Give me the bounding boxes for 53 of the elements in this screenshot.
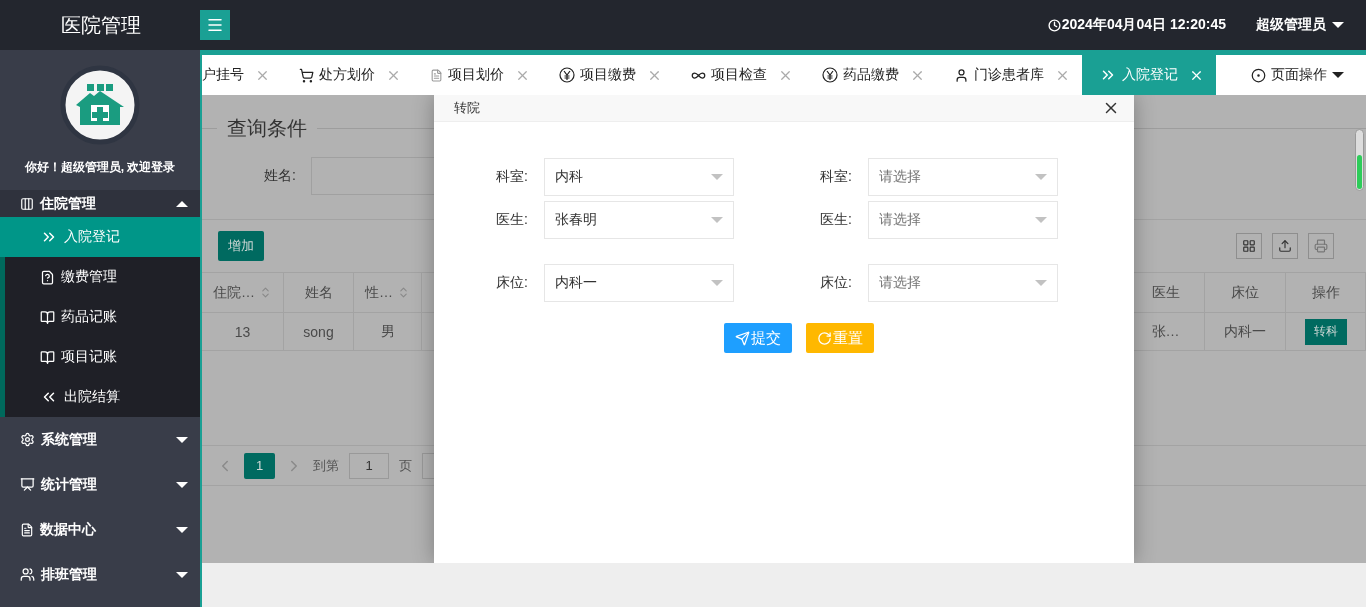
select-field[interactable]: 内科 [544,158,734,196]
menu-item[interactable]: 缴费管理 [5,257,200,297]
tab-label: 项目检查 [711,66,767,84]
page-button[interactable]: 1 [244,452,275,479]
menu-group[interactable]: 住院管理 [0,190,200,217]
menu-item[interactable]: 项目记账 [5,337,200,377]
tab-label: 门诊患者库 [974,66,1044,84]
column-title: 姓名 [304,283,333,302]
goto-label: 到第 [313,456,339,475]
menu-group-label: 统计管理 [41,475,98,494]
page-input[interactable]: 1 [349,452,389,479]
field-label: 科室: [495,168,528,186]
select-field[interactable]: 请选择 [868,158,1058,196]
tab-label: 药品缴费 [843,66,899,84]
column-title: 住院… [213,283,255,302]
tab-label: 项目划价 [448,66,504,84]
menu-item[interactable]: 入院登记 [0,217,200,257]
dialog-title: 转院 [454,99,480,117]
field-label: 床位: [819,274,852,292]
field-label: 姓名: [264,167,296,185]
menu-group-label: 数据中心 [40,520,97,539]
menu-item[interactable]: 药品记账 [5,297,200,337]
table-cell: 13 [202,313,284,350]
menu-group-label: 住院管理 [40,194,97,213]
column-header: 操作 [1286,273,1366,312]
select-field[interactable]: 内科一 [544,264,734,302]
menu-group-label: 系统管理 [41,430,98,449]
table-cell: 内科一 [1205,313,1286,350]
table-cell: song [284,313,354,350]
table-cell: 男 [354,313,422,350]
tab-label: 入院登记 [1122,66,1178,84]
field-label: 床位: [495,274,528,292]
select-field[interactable]: 张春明 [544,201,734,239]
datetime: 2024年04月04日 12:20:45 [1061,16,1226,34]
field-label: 医生: [495,211,528,229]
page-unit: 页 [399,456,412,475]
tab-label: 项目缴费 [580,66,636,84]
select-field[interactable]: 请选择 [868,264,1058,302]
field-label: 科室: [819,168,852,186]
transfer-button[interactable]: 转科 [1304,318,1347,345]
column-title: 性… [365,283,393,302]
tab-label: 户挂号 [202,66,244,84]
menu-item[interactable]: 出院结算 [5,377,200,417]
greeting-text: 你好！超级管理员, 欢迎登录 [24,159,176,176]
menu-group-label: 排班管理 [41,565,98,584]
user-menu[interactable]: 超级管理员 [1256,16,1344,34]
field-label: 医生: [819,211,852,229]
tab-label: 处方划价 [319,66,375,84]
app-title: 医院管理 [60,12,142,38]
column-header: 床位 [1205,273,1286,312]
section-legend: 查询条件 [217,115,317,142]
select-field[interactable]: 请选择 [868,201,1058,239]
add-button[interactable]: 增加 [218,231,264,261]
